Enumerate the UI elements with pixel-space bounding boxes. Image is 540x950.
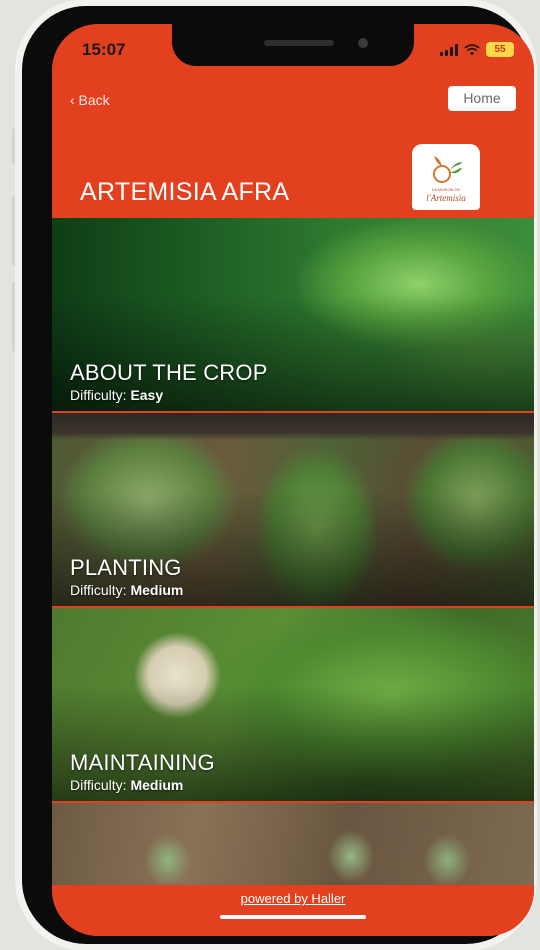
footer: powered by Haller [52, 885, 534, 936]
difficulty-label: Difficulty: [70, 777, 127, 793]
logo-text: l'Artemisia [426, 193, 466, 203]
battery-icon: 55 [486, 42, 514, 57]
notch [172, 24, 414, 66]
section-difficulty: Difficulty: Easy [70, 387, 163, 403]
home-indicator[interactable] [220, 915, 366, 919]
difficulty-value: Medium [130, 777, 184, 793]
section-planting[interactable]: PLANTING Difficulty: Medium [52, 413, 534, 606]
section-maintaining[interactable]: MAINTAINING Difficulty: Medium [52, 608, 534, 801]
difficulty-value: Easy [130, 387, 164, 403]
section-title: MAINTAINING [70, 750, 215, 775]
section-difficulty: Difficulty: Medium [70, 777, 183, 793]
signal-icon [440, 43, 458, 56]
leaf-logo-icon [433, 156, 462, 183]
section-about-the-crop[interactable]: ABOUT THE CROP Difficulty: Easy [52, 218, 534, 411]
difficulty-label: Difficulty: [70, 387, 127, 403]
front-camera [358, 38, 368, 48]
speaker-grille [264, 40, 334, 46]
app-screen: 15:07 55 ‹ Back Home ARTEMISIA AFRA LA M… [52, 24, 534, 936]
section-difficulty: Difficulty: Medium [70, 582, 183, 598]
wifi-icon [464, 43, 480, 55]
home-button[interactable]: Home [448, 86, 516, 111]
phone-frame: 15:07 55 ‹ Back Home ARTEMISIA AFRA LA M… [22, 6, 534, 944]
side-button-mute [12, 128, 20, 164]
section-next-partial[interactable] [52, 803, 534, 885]
side-button-volume-down [12, 282, 20, 352]
powered-by-link[interactable]: powered by Haller [52, 891, 534, 906]
logo-small-text: LA MAISON DE [431, 187, 461, 192]
section-title: ABOUT THE CROP [70, 360, 268, 385]
status-time: 15:07 [82, 40, 126, 59]
status-icons: 55 [440, 42, 514, 57]
section-title: PLANTING [70, 555, 182, 580]
artemisia-logo: LA MAISON DE l'Artemisia [412, 144, 480, 210]
difficulty-value: Medium [130, 582, 184, 598]
page-title: ARTEMISIA AFRA [80, 178, 290, 206]
difficulty-label: Difficulty: [70, 582, 127, 598]
back-button[interactable]: ‹ Back [70, 92, 110, 108]
side-button-volume-up [12, 196, 20, 266]
